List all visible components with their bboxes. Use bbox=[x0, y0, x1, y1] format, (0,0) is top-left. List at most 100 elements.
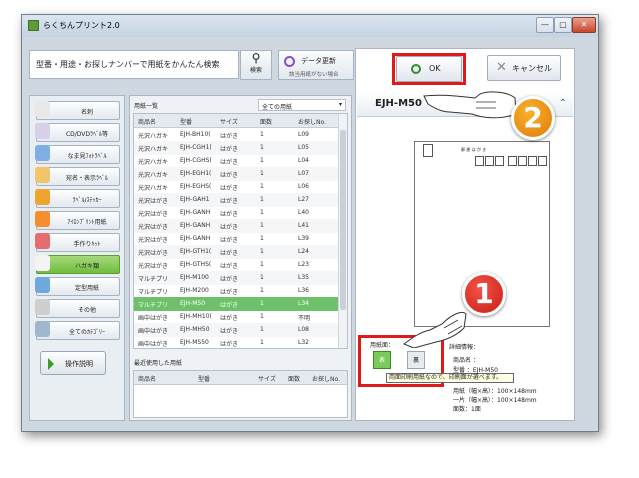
table-cell: 1 bbox=[260, 287, 264, 294]
column-header[interactable]: サイズ bbox=[258, 374, 276, 383]
table-cell: 光沢はがき bbox=[138, 263, 169, 270]
sidebar-item-label: ハガキ類 bbox=[74, 263, 99, 270]
sidebar-item-iron-print[interactable]: ｱｲﾛﾝﾌﾟﾘﾝﾄ用紙 bbox=[35, 211, 120, 230]
table-cell: はがき bbox=[220, 133, 239, 140]
column-header[interactable]: 商品名 bbox=[138, 374, 156, 383]
address-label-icon bbox=[35, 167, 50, 183]
sidebar-item-label: 全てのｶﾃｺﾞﾘｰ bbox=[68, 329, 105, 336]
table-cell: はがき bbox=[220, 172, 239, 179]
table-row[interactable]: 光沢ハガキ EJH-CGH1(はがき 1 L05 bbox=[134, 141, 347, 155]
zip-box bbox=[495, 156, 504, 166]
table-cell: 画中はがき bbox=[138, 315, 169, 322]
sidebar-item-all-categories[interactable]: 全てのｶﾃｺﾞﾘｰ bbox=[35, 321, 120, 340]
column-header[interactable]: お探しNo. bbox=[298, 117, 326, 126]
minimize-button[interactable]: — bbox=[536, 17, 554, 33]
sidebar-item-handmade-kit[interactable]: 手作りｷｯﾄ bbox=[35, 233, 120, 252]
table-cell: 1 bbox=[260, 339, 264, 346]
sidebar-item-postcard[interactable]: ハガキ類 bbox=[35, 255, 120, 274]
table-row[interactable]: マルチプリ EJH-M50 はがき 1 L34 bbox=[134, 297, 347, 311]
table-row[interactable]: 光沢はがき EJH-GAH1 はがき 1 L27 bbox=[134, 193, 347, 207]
paper-list-title: 用紙一覧 bbox=[134, 103, 159, 110]
table-row[interactable]: 光沢ハガキ EJH-BH10(はがき 1 L09 bbox=[134, 128, 347, 142]
step-2-badge: 2 bbox=[511, 96, 555, 140]
sidebar-item-standard-paper[interactable]: 定型用紙 bbox=[35, 277, 120, 296]
table-row[interactable]: マルチプリ EJH-M100 はがき 1 L35 bbox=[134, 271, 347, 285]
table-cell: 光沢はがき bbox=[138, 237, 169, 244]
table-cell: L07 bbox=[298, 170, 309, 177]
table-cell: はがき bbox=[220, 341, 239, 348]
column-header[interactable]: 型番 bbox=[180, 117, 192, 126]
sticker-icon bbox=[35, 189, 50, 205]
zip-box bbox=[538, 156, 547, 166]
table-cell: マルチプリ bbox=[138, 302, 169, 309]
sidebar-item-business-card[interactable]: 名刺 bbox=[35, 101, 120, 120]
table-cell: 光沢はがき bbox=[138, 250, 169, 257]
scrollbar-thumb[interactable] bbox=[340, 130, 346, 310]
search-button[interactable]: ⚲ 検索 bbox=[240, 50, 272, 80]
search-icon: ⚲ bbox=[251, 51, 261, 65]
table-row[interactable]: マルチプリ EJH-M200 はがき 1 L36 bbox=[134, 284, 347, 298]
paper-filter-select[interactable]: 全ての用紙 ▾ bbox=[258, 99, 346, 111]
column-header[interactable]: サイズ bbox=[220, 117, 238, 126]
table-cell: EJH-MS50 bbox=[180, 339, 209, 346]
data-update-button[interactable]: データ更新 該当用紙がない場合 bbox=[278, 50, 354, 80]
table-cell: 1 bbox=[260, 131, 264, 138]
table-row[interactable]: 光沢ハガキ EJH-CGHS(はがき 1 L04 bbox=[134, 154, 347, 168]
table-cell: 1 bbox=[260, 313, 264, 320]
table-cell: L40 bbox=[298, 209, 309, 216]
zip-box bbox=[475, 156, 484, 166]
cancel-button-label: キャンセル bbox=[512, 64, 552, 73]
table-row[interactable]: 光沢はがき EJH-GANH はがき 1 L41 bbox=[134, 219, 347, 233]
table-cell: 1 bbox=[260, 248, 264, 255]
column-header[interactable]: 面数 bbox=[260, 117, 272, 126]
table-cell: はがき bbox=[220, 328, 239, 335]
table-header: 商品名 型番 サイズ 面数 お探しNo. bbox=[134, 114, 347, 128]
table-row[interactable]: 光沢ハガキ EJH-EGH1(はがき 1 L07 bbox=[134, 167, 347, 181]
sidebar-item-other[interactable]: その他 bbox=[35, 299, 120, 318]
table-cell: 光沢ハガキ bbox=[138, 185, 169, 192]
table-cell: 1 bbox=[260, 209, 264, 216]
sidebar-item-label-sticker[interactable]: ﾗﾍﾞﾙ/ｽﾃｯｶｰ bbox=[35, 189, 120, 208]
table-cell: はがき bbox=[220, 315, 239, 322]
table-cell: はがき bbox=[220, 198, 239, 205]
table-row[interactable]: 光沢はがき EJH-GTHS(はがき 1 L23 bbox=[134, 258, 347, 272]
search-placeholder: 型番・用途・お探しナンバーで用紙をかんたん検索 bbox=[36, 60, 220, 69]
column-header[interactable]: 面数 bbox=[288, 374, 300, 383]
table-cell: EJH-M100 bbox=[180, 274, 209, 281]
table-cell: L36 bbox=[298, 287, 309, 294]
cancel-button[interactable]: ✕ キャンセル bbox=[487, 55, 561, 81]
close-button[interactable]: ✕ bbox=[572, 17, 596, 33]
guide-button[interactable]: 操作説明 bbox=[40, 351, 106, 375]
table-row[interactable]: 画中はがき EJH-MS50 はがき 1 L32 bbox=[134, 336, 347, 350]
detail-line: 用紙（幅×高）：100×148mm bbox=[453, 388, 537, 395]
column-header[interactable]: 商品名 bbox=[138, 117, 156, 126]
highlight-ok bbox=[392, 53, 466, 85]
column-header[interactable]: 型番 bbox=[198, 374, 210, 383]
table-row[interactable]: 光沢はがき EJH-GTH1(はがき 1 L24 bbox=[134, 245, 347, 259]
table-cell: 光沢ハガキ bbox=[138, 133, 169, 140]
recent-table-header: 商品名 型番 サイズ 面数 お探しNo. bbox=[134, 371, 347, 385]
table-row[interactable]: 光沢ハガキ EJH-EGHS(はがき 1 L06 bbox=[134, 180, 347, 194]
stamp-box bbox=[423, 144, 433, 157]
paper-filter-value: 全ての用紙 bbox=[262, 104, 293, 111]
other-icon bbox=[35, 299, 50, 315]
chevron-up-icon[interactable]: ⌃ bbox=[559, 98, 567, 109]
detail-line: 一片（幅×高）：100×148mm bbox=[453, 397, 537, 404]
table-row[interactable]: 画中はがき EJH-MH10(はがき 1 不明 bbox=[134, 310, 347, 324]
table-row[interactable]: 画中はがき EJH-MH50 はがき 1 L08 bbox=[134, 323, 347, 337]
table-row[interactable]: 光沢はがき EJH-GANH はがき 1 L40 bbox=[134, 206, 347, 220]
sidebar-item-photo-label[interactable]: なま見ﾌｫﾄﾗﾍﾞﾙ bbox=[35, 145, 120, 164]
zip-box bbox=[508, 156, 517, 166]
table-cell: 光沢はがき bbox=[138, 198, 169, 205]
search-input[interactable]: 型番・用途・お探しナンバーで用紙をかんたん検索 bbox=[29, 50, 239, 79]
sidebar-item-address-label[interactable]: 宛名・表示ﾗﾍﾞﾙ bbox=[35, 167, 120, 186]
column-header[interactable]: お探しNo. bbox=[312, 374, 340, 383]
paper-icon bbox=[35, 277, 50, 293]
table-scrollbar[interactable] bbox=[338, 114, 347, 348]
sidebar-item-cd-dvd[interactable]: CD/DVDﾗﾍﾞﾙ等 bbox=[35, 123, 120, 142]
sidebar-item-label: ﾗﾍﾞﾙ/ｽﾃｯｶｰ bbox=[72, 197, 102, 204]
table-row[interactable]: 光沢はがき EJH-GANH はがき 1 L39 bbox=[134, 232, 347, 246]
sidebar-item-label: 宛名・表示ﾗﾍﾞﾙ bbox=[65, 175, 108, 182]
maximize-button[interactable]: ▢ bbox=[554, 17, 572, 33]
magnifier-icon bbox=[35, 321, 50, 337]
